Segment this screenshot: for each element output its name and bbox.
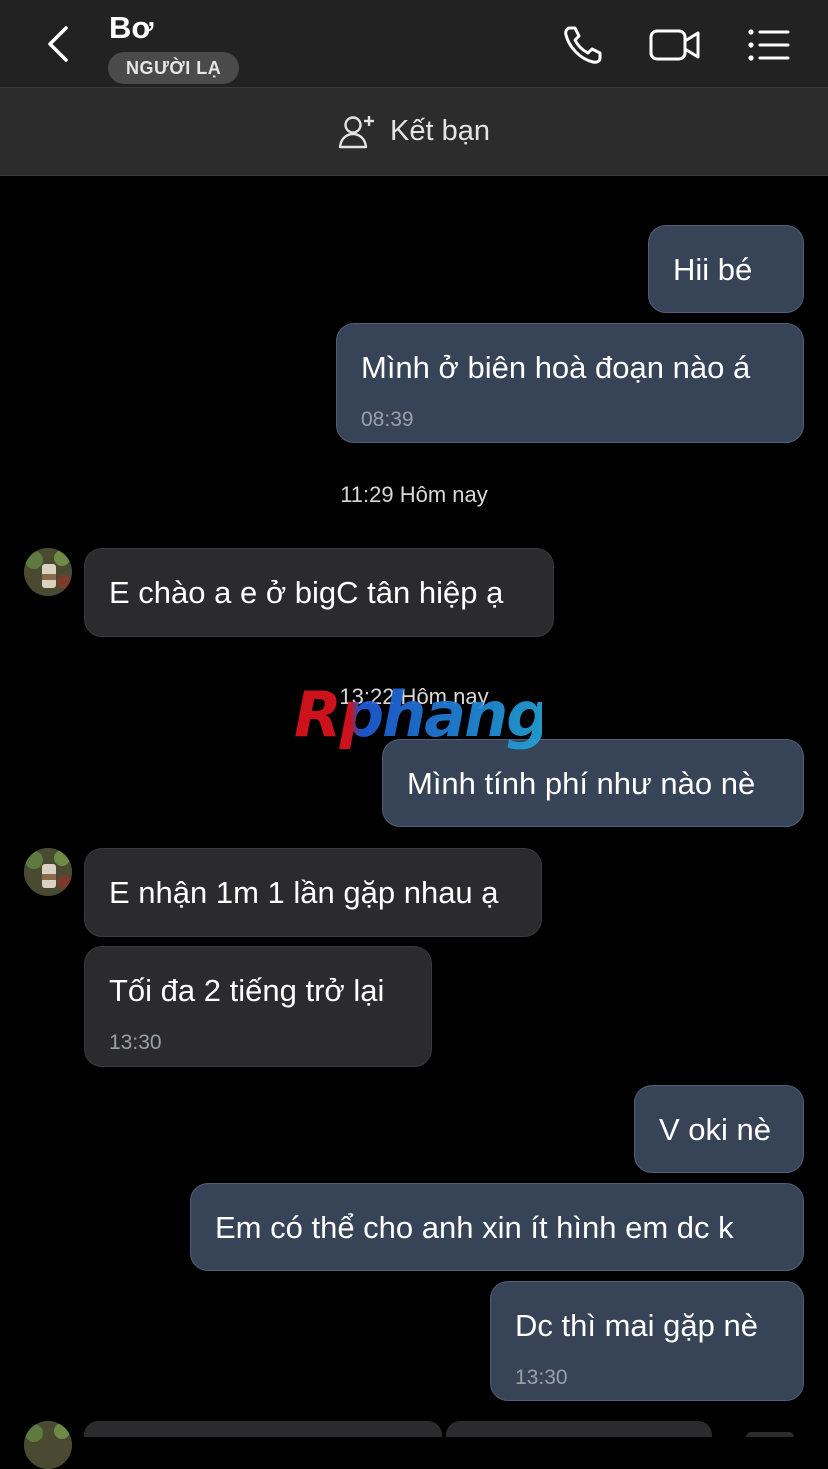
contact-avatar[interactable] <box>24 848 72 896</box>
message-bubble-outgoing[interactable]: Mình ở biên hoà đoạn nào á 08:39 <box>336 323 804 443</box>
image-message-thumbnail[interactable] <box>84 1421 442 1437</box>
message-time: 13:30 <box>515 1366 568 1389</box>
message-text: V oki nè <box>659 1112 772 1147</box>
message-bubble-outgoing[interactable]: Dc thì mai gặp nè 13:30 <box>490 1281 804 1401</box>
list-menu-icon[interactable] <box>744 22 792 68</box>
back-chevron-icon[interactable] <box>36 22 80 66</box>
message-bubble-outgoing[interactable]: V oki nè <box>634 1085 804 1173</box>
message-text: E chào a e ở bigC tân hiệp ạ <box>109 575 504 610</box>
message-time: 08:39 <box>361 408 414 431</box>
reaction-button[interactable] <box>746 1432 794 1437</box>
message-bubble-incoming[interactable]: Tối đa 2 tiếng trở lại 13:30 <box>84 946 432 1067</box>
message-text: Tối đa 2 tiếng trở lại <box>109 973 385 1008</box>
add-friend-bar[interactable]: Kết bạn <box>0 88 828 176</box>
message-bubble-outgoing[interactable]: Em có thể cho anh xin ít hình em dc k <box>190 1183 804 1271</box>
add-person-icon <box>338 115 374 148</box>
contact-avatar[interactable] <box>24 1421 72 1469</box>
message-time: 13:30 <box>109 1031 162 1054</box>
message-bubble-incoming[interactable]: E nhận 1m 1 lần gặp nhau ạ <box>84 848 542 937</box>
message-text: Dc thì mai gặp nè <box>515 1308 758 1343</box>
svg-text:Rphang: Rphang <box>294 678 542 751</box>
image-message-thumbnail[interactable] <box>446 1421 712 1437</box>
message-bubble-outgoing[interactable]: Hii bé <box>648 225 804 313</box>
video-camera-icon[interactable] <box>648 22 702 68</box>
phone-icon[interactable] <box>560 22 606 68</box>
message-bubble-incoming[interactable]: E chào a e ở bigC tân hiệp ạ <box>84 548 554 637</box>
stranger-badge: NGƯỜI LẠ <box>108 52 240 84</box>
watermark-logo: Rphang <box>294 678 542 751</box>
message-text: Mình tính phí như nào nè <box>407 766 756 801</box>
message-text: Mình ở biên hoà đoạn nào á <box>361 350 751 385</box>
chat-header: Bơ NGƯỜI LẠ <box>0 0 828 88</box>
add-friend-label: Kết bạn <box>390 115 490 147</box>
contact-name[interactable]: Bơ <box>109 10 153 46</box>
date-separator: 11:29 Hôm nay <box>340 482 488 507</box>
message-text: Hii bé <box>673 252 753 287</box>
message-text: Em có thể cho anh xin ít hình em dc k <box>215 1210 734 1245</box>
contact-avatar[interactable] <box>24 548 72 596</box>
message-text: E nhận 1m 1 lần gặp nhau ạ <box>109 875 499 910</box>
